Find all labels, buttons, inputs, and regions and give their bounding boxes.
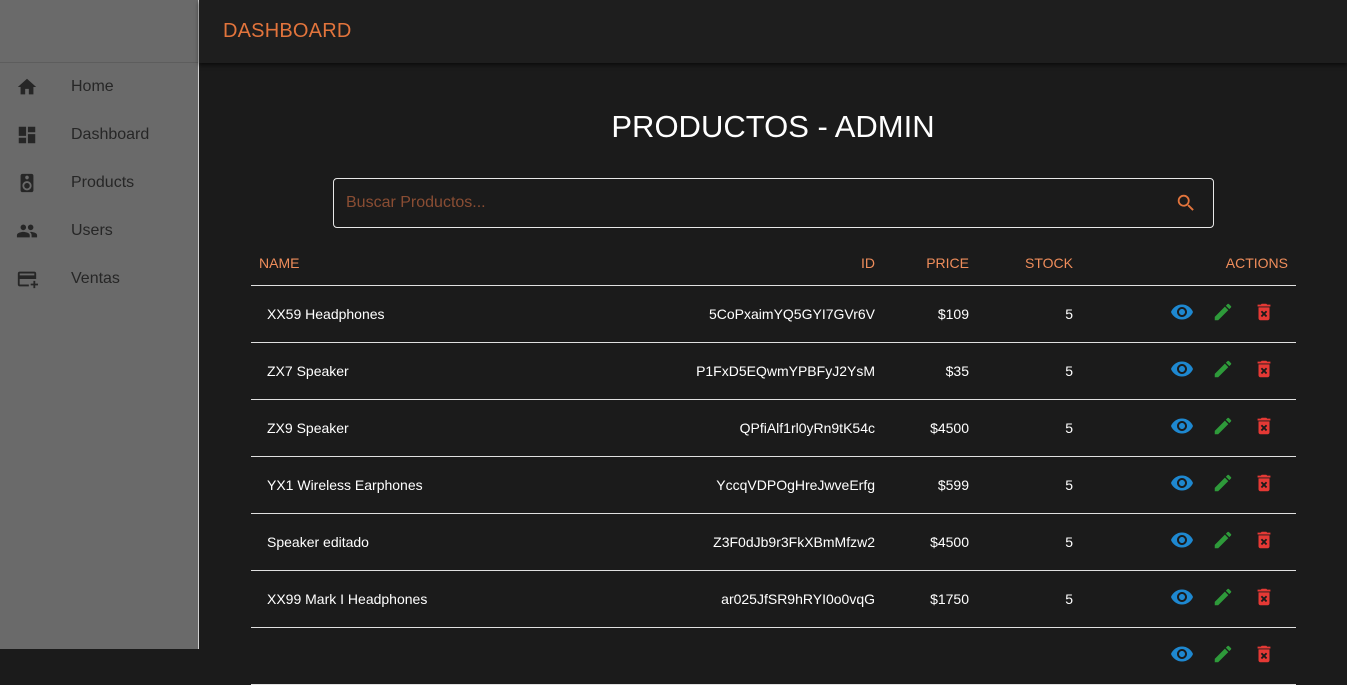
delete-icon[interactable] [1252, 585, 1276, 609]
delete-icon[interactable] [1252, 357, 1276, 381]
delete-icon[interactable] [1252, 471, 1276, 495]
edit-icon[interactable] [1211, 528, 1235, 552]
delete-icon[interactable] [1252, 528, 1276, 552]
product-price: $1750 [883, 570, 977, 627]
sidebar-header [0, 0, 198, 63]
product-stock [977, 627, 1081, 684]
table-header-row: NAME ID PRICE STOCK ACTIONS [251, 241, 1296, 285]
row-actions [1081, 570, 1296, 627]
view-icon[interactable] [1170, 528, 1194, 552]
product-name: ZX7 Speaker [251, 342, 621, 399]
product-name: ZX9 Speaker [251, 399, 621, 456]
product-price: $109 [883, 285, 977, 342]
table-row: XX99 Mark I Headphones ar025JfSR9hRYI0o0… [251, 570, 1296, 627]
sidebar-item-dashboard[interactable]: Dashboard [0, 111, 198, 159]
view-icon[interactable] [1170, 585, 1194, 609]
edit-icon[interactable] [1211, 300, 1235, 324]
main-content: PRODUCTOS - ADMIN NAME ID PRICE STOCK AC… [199, 63, 1347, 649]
row-actions [1081, 456, 1296, 513]
delete-icon[interactable] [1252, 414, 1276, 438]
product-id [621, 627, 883, 684]
speaker-icon [16, 172, 38, 194]
table-row: XX59 Headphones 5CoPxaimYQ5GYI7GVr6V $10… [251, 285, 1296, 342]
sidebar-item-label: Dashboard [71, 126, 149, 144]
row-actions [1081, 399, 1296, 456]
sidebar-item-label: Users [71, 222, 113, 240]
product-name: Speaker editado [251, 513, 621, 570]
column-header-id: ID [621, 241, 883, 285]
row-actions [1081, 513, 1296, 570]
product-stock: 5 [977, 399, 1081, 456]
column-header-name: NAME [251, 241, 621, 285]
view-icon[interactable] [1170, 414, 1194, 438]
search-box [333, 178, 1214, 228]
row-actions [1081, 285, 1296, 342]
delete-icon[interactable] [1252, 642, 1276, 666]
product-id: YccqVDPOgHreJwveErfg [621, 456, 883, 513]
product-price: $599 [883, 456, 977, 513]
app-title: DASHBOARD [223, 20, 352, 43]
sidebar-item-label: Products [71, 174, 134, 192]
page-title: PRODUCTOS - ADMIN [199, 109, 1347, 145]
edit-icon[interactable] [1211, 471, 1235, 495]
delete-icon[interactable] [1252, 300, 1276, 324]
column-header-actions: ACTIONS [1081, 241, 1296, 285]
product-stock: 5 [977, 570, 1081, 627]
sidebar: Home Dashboard Products Users Ventas [0, 0, 198, 649]
product-stock: 5 [977, 456, 1081, 513]
product-id: Z3F0dJb9r3FkXBmMfzw2 [621, 513, 883, 570]
sidebar-item-products[interactable]: Products [0, 159, 198, 207]
sidebar-item-users[interactable]: Users [0, 207, 198, 255]
sidebar-item-home[interactable]: Home [0, 63, 198, 111]
table-row: Speaker editado Z3F0dJb9r3FkXBmMfzw2 $45… [251, 513, 1296, 570]
view-icon[interactable] [1170, 357, 1194, 381]
product-name [251, 627, 621, 684]
product-price: $35 [883, 342, 977, 399]
column-header-stock: STOCK [977, 241, 1081, 285]
product-stock: 5 [977, 513, 1081, 570]
edit-icon[interactable] [1211, 414, 1235, 438]
view-icon[interactable] [1170, 471, 1194, 495]
product-price: $4500 [883, 513, 977, 570]
product-name: XX59 Headphones [251, 285, 621, 342]
sidebar-item-ventas[interactable]: Ventas [0, 255, 198, 303]
table-row: ZX9 Speaker QPfiAlf1rl0yRn9tK54c $4500 5 [251, 399, 1296, 456]
product-name: YX1 Wireless Earphones [251, 456, 621, 513]
row-actions [1081, 627, 1296, 684]
product-price [883, 627, 977, 684]
products-table: NAME ID PRICE STOCK ACTIONS XX59 Headpho… [251, 241, 1296, 685]
people-icon [16, 220, 38, 242]
app-bar: DASHBOARD [199, 0, 1347, 63]
sidebar-item-label: Home [71, 78, 114, 96]
product-name: XX99 Mark I Headphones [251, 570, 621, 627]
product-id: P1FxD5EQwmYPBFyJ2YsM [621, 342, 883, 399]
dashboard-icon [16, 124, 38, 146]
table-row: YX1 Wireless Earphones YccqVDPOgHreJwveE… [251, 456, 1296, 513]
table-row: ZX7 Speaker P1FxD5EQwmYPBFyJ2YsM $35 5 [251, 342, 1296, 399]
edit-icon[interactable] [1211, 642, 1235, 666]
home-icon [16, 76, 38, 98]
view-icon[interactable] [1170, 642, 1194, 666]
search-icon[interactable] [1174, 191, 1198, 215]
product-stock: 5 [977, 285, 1081, 342]
table-row [251, 627, 1296, 684]
view-icon[interactable] [1170, 300, 1194, 324]
product-id: QPfiAlf1rl0yRn9tK54c [621, 399, 883, 456]
product-id: ar025JfSR9hRYI0o0vqG [621, 570, 883, 627]
column-header-price: PRICE [883, 241, 977, 285]
product-stock: 5 [977, 342, 1081, 399]
edit-icon[interactable] [1211, 357, 1235, 381]
product-price: $4500 [883, 399, 977, 456]
credit-card-add-icon [16, 268, 38, 290]
edit-icon[interactable] [1211, 585, 1235, 609]
search-input[interactable] [346, 194, 1174, 212]
sidebar-item-label: Ventas [71, 270, 120, 288]
product-id: 5CoPxaimYQ5GYI7GVr6V [621, 285, 883, 342]
row-actions [1081, 342, 1296, 399]
